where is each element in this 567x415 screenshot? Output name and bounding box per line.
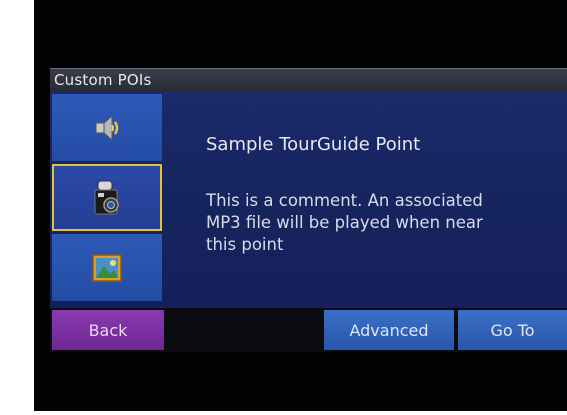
go-to-button[interactable]: Go To [458, 310, 567, 350]
picture-icon [92, 253, 122, 282]
title-bar: Custom POIs [50, 68, 567, 93]
device-screen: Custom POIs Sample TourGuide Point This … [34, 0, 567, 411]
advanced-button[interactable]: Advanced [324, 310, 454, 350]
camera-icon [94, 180, 119, 214]
speaker-icon [95, 114, 119, 141]
category-button-audio[interactable] [52, 94, 162, 161]
back-button[interactable]: Back [52, 310, 164, 350]
category-button-camera[interactable] [52, 164, 162, 231]
page-title: Custom POIs [54, 71, 152, 89]
poi-comment: This is a comment. An associated MP3 fil… [206, 191, 483, 254]
category-button-picture[interactable] [52, 234, 162, 301]
poi-name: Sample TourGuide Point [206, 134, 421, 155]
